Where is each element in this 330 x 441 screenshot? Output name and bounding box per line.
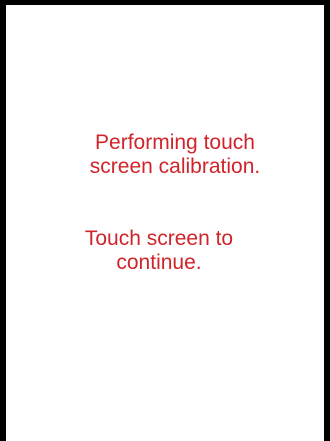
calibration-message-line-2: screen calibration. xyxy=(89,155,261,178)
calibration-message: Performing touch screen calibration. xyxy=(16,131,330,179)
touch-screen[interactable]: Performing touch screen calibration. Tou… xyxy=(6,5,324,441)
touch-instruction-line-1: Touch screen to xyxy=(84,227,234,250)
touch-instruction: Touch screen to continue. xyxy=(0,227,318,275)
calibration-message-line-1: Performing touch xyxy=(95,131,255,154)
device-frame: Performing touch screen calibration. Tou… xyxy=(0,0,330,441)
touch-instruction-line-2: continue. xyxy=(116,251,202,274)
